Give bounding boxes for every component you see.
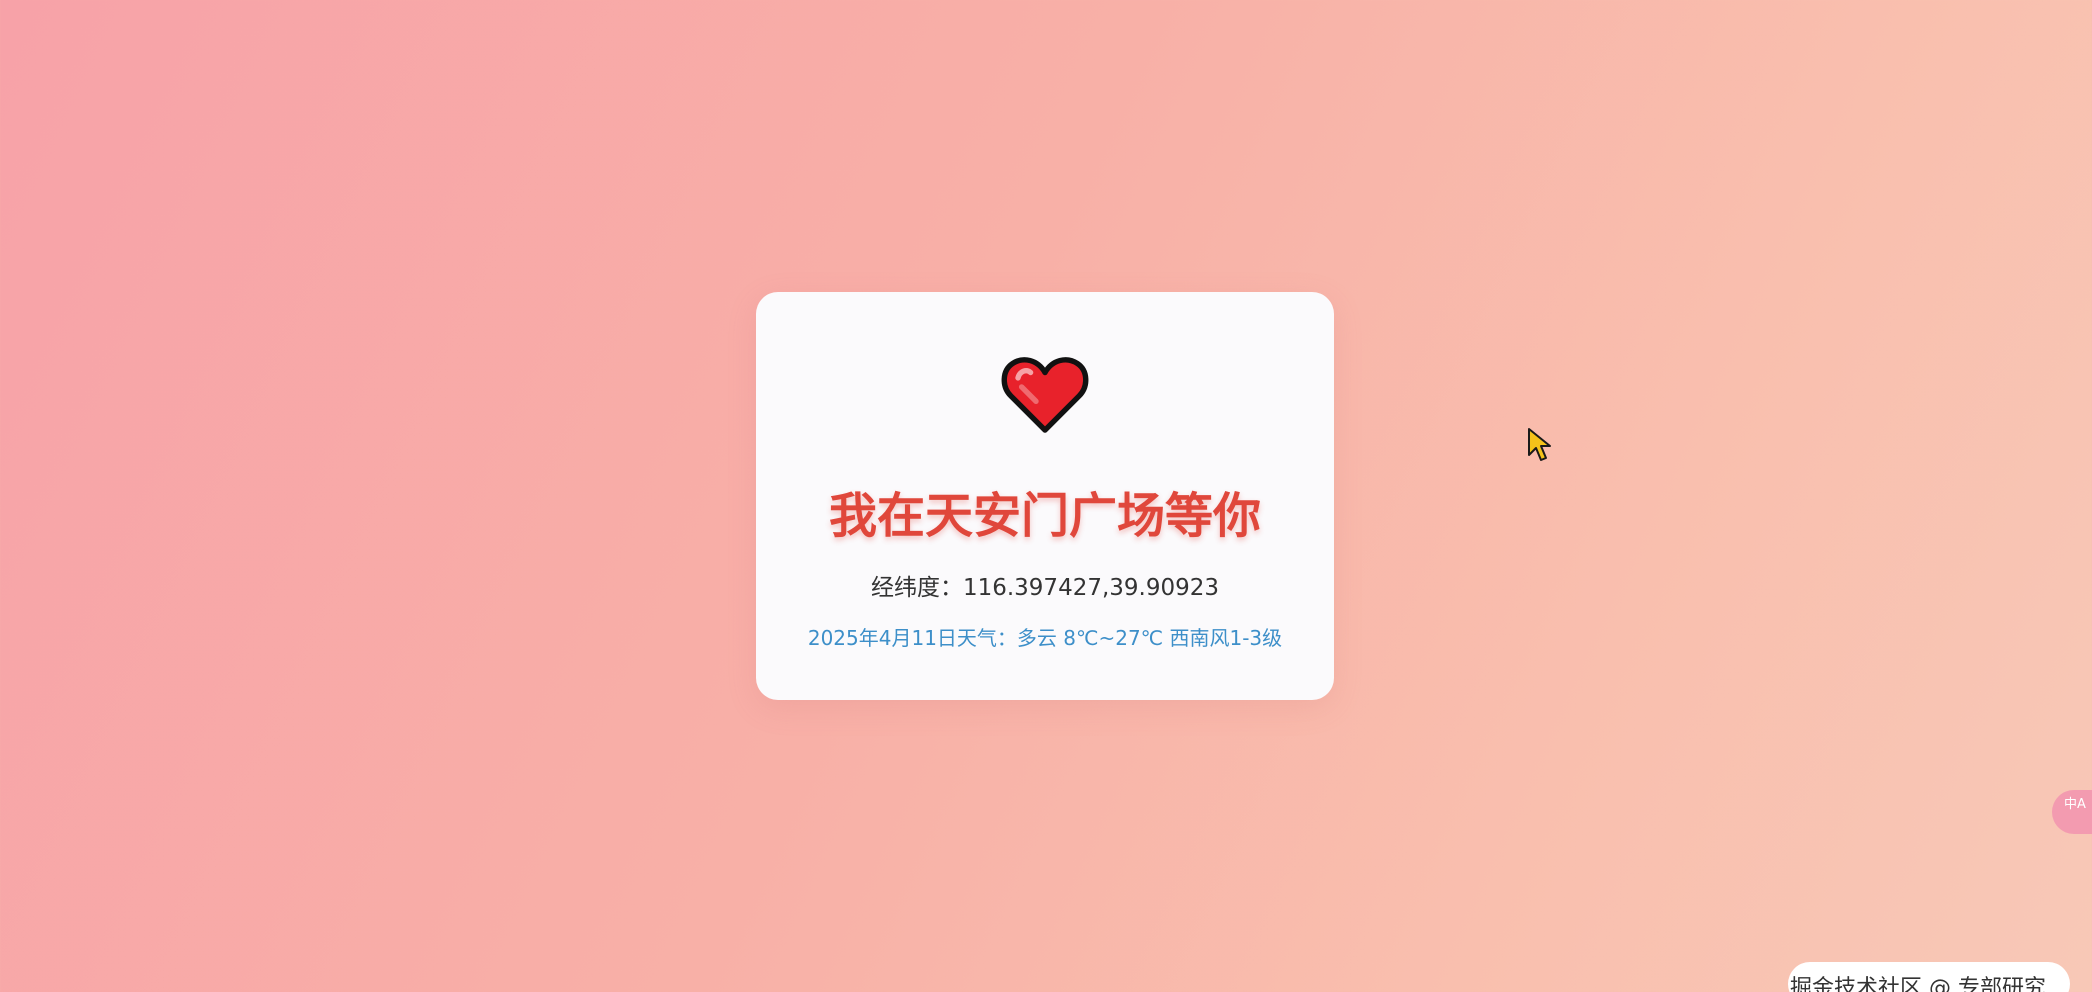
translate-icon: 中A: [2064, 797, 2086, 812]
coordinates-text: 经纬度：116.397427,39.90923: [870, 575, 1220, 601]
red-heart-icon: [1001, 357, 1089, 433]
translate-button[interactable]: 中A: [2052, 790, 2092, 834]
weather-text: 2025年4月11日天气：多云 8℃~27℃ 西南风1-3级: [807, 626, 1283, 650]
greeting-card: 我在天安门广场等你 经纬度：116.397427,39.90923 2025年4…: [756, 292, 1334, 700]
mouse-cursor-icon: [1528, 428, 1551, 461]
watermark-text: 掘金技术社区 @ 专部研究: [1788, 962, 2070, 992]
page-title: 我在天安门广场等你: [828, 488, 1261, 544]
watermark: 掘金技术社区 @ 专部研究: [1788, 962, 2070, 992]
